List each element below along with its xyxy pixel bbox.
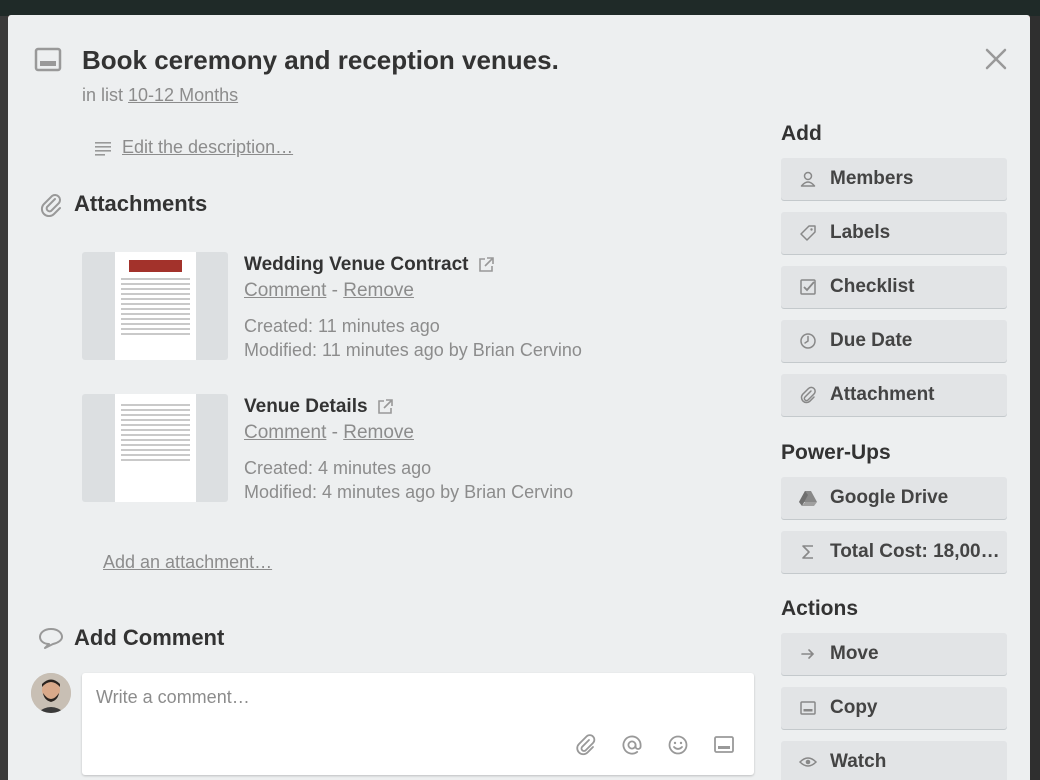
watch-button[interactable]: Watch xyxy=(781,741,1007,780)
attachment-name-row[interactable]: Venue Details xyxy=(244,396,573,418)
person-icon xyxy=(800,171,816,187)
drive-icon xyxy=(799,491,817,506)
description-row: Edit the description… xyxy=(94,137,293,158)
attachment-thumbnail[interactable] xyxy=(82,252,228,360)
labels-label: Labels xyxy=(830,222,891,243)
checkbox-icon xyxy=(800,279,816,295)
card-title[interactable]: Book ceremony and reception venues. xyxy=(82,45,559,76)
move-label: Move xyxy=(830,643,879,664)
comment-attachment-link[interactable]: Comment xyxy=(244,280,326,301)
speech-bubble-icon xyxy=(39,628,63,649)
attachment-thumbnail[interactable] xyxy=(82,394,228,502)
attachment-name[interactable]: Wedding Venue Contract xyxy=(244,254,469,276)
action-separator: - xyxy=(331,422,338,443)
card-icon xyxy=(800,701,816,715)
attachment-item: Wedding Venue Contract Comment - Remove … xyxy=(82,252,582,362)
attachment-name[interactable]: Venue Details xyxy=(244,396,368,418)
paperclip-icon[interactable] xyxy=(574,733,598,757)
in-list-prefix: in list xyxy=(82,85,124,105)
total-cost-button[interactable]: Total Cost: 18,00… xyxy=(781,531,1007,573)
description-lines-icon xyxy=(95,141,111,156)
attachments-heading: Attachments xyxy=(74,191,208,216)
watch-label: Watch xyxy=(830,751,887,772)
list-link[interactable]: 10-12 Months xyxy=(128,85,238,105)
thumbnail-page xyxy=(115,252,196,360)
board-header-strip xyxy=(0,0,1040,16)
attachment-button[interactable]: Attachment xyxy=(781,374,1007,416)
labels-button[interactable]: Labels xyxy=(781,212,1007,254)
copy-label: Copy xyxy=(830,697,878,718)
close-icon[interactable] xyxy=(982,45,1010,73)
paperclip-icon xyxy=(800,386,816,404)
attachment-info: Venue Details Comment - Remove Created: … xyxy=(244,394,573,504)
attachment-actions: Comment - Remove xyxy=(244,280,582,302)
paperclip-icon xyxy=(40,194,61,217)
checklist-label: Checklist xyxy=(830,276,915,297)
attachment-label: Attachment xyxy=(830,384,935,405)
add-comment-heading: Add Comment xyxy=(74,625,225,650)
comment-input[interactable] xyxy=(96,687,736,708)
attachment-actions: Comment - Remove xyxy=(244,422,573,444)
comment-box xyxy=(82,673,754,775)
add-attachment-link[interactable]: Add an attachment… xyxy=(103,552,272,573)
due-date-label: Due Date xyxy=(830,330,913,351)
eye-icon xyxy=(798,757,818,767)
remove-attachment-link[interactable]: Remove xyxy=(343,422,414,443)
attachment-name-row[interactable]: Wedding Venue Contract xyxy=(244,254,582,276)
attachment-created: Created: 4 minutes ago xyxy=(244,458,432,478)
edit-description-link[interactable]: Edit the description… xyxy=(122,137,293,158)
remove-attachment-link[interactable]: Remove xyxy=(343,280,414,301)
members-label: Members xyxy=(830,168,914,189)
attachments-header: Attachments xyxy=(38,191,207,217)
attachment-item: Venue Details Comment - Remove Created: … xyxy=(82,394,573,504)
move-button[interactable]: Move xyxy=(781,633,1007,675)
action-separator: - xyxy=(331,280,338,301)
thumbnail-page xyxy=(115,394,196,502)
clock-icon xyxy=(800,333,816,349)
comment-toolbar xyxy=(574,733,736,757)
at-icon[interactable] xyxy=(620,733,644,757)
arrow-right-icon xyxy=(801,649,815,659)
attachment-meta: Created: 11 minutes ago Modified: 11 min… xyxy=(244,314,582,362)
attachment-info: Wedding Venue Contract Comment - Remove … xyxy=(244,252,582,362)
card-icon xyxy=(34,47,62,72)
add-comment-header: Add Comment xyxy=(38,625,224,651)
attachment-meta: Created: 4 minutes ago Modified: 4 minut… xyxy=(244,456,573,504)
total-cost-label: Total Cost: 18,00… xyxy=(830,541,1000,562)
board-list-edge-right xyxy=(1030,16,1040,780)
sigma-icon xyxy=(802,545,813,559)
due-date-button[interactable]: Due Date xyxy=(781,320,1007,362)
card-detail-modal: Book ceremony and reception venues. in l… xyxy=(8,15,1030,780)
avatar[interactable] xyxy=(31,673,71,713)
comment-attachment-link[interactable]: Comment xyxy=(244,422,326,443)
members-button[interactable]: Members xyxy=(781,158,1007,200)
external-link-icon[interactable] xyxy=(376,398,394,416)
board-list-edge-left xyxy=(0,16,8,780)
add-heading: Add xyxy=(781,122,822,145)
attachment-modified: Modified: 11 minutes ago by Brian Cervin… xyxy=(244,340,582,360)
card-list-info: in list 10-12 Months xyxy=(82,85,238,106)
attachment-created: Created: 11 minutes ago xyxy=(244,316,440,336)
google-drive-button[interactable]: Google Drive xyxy=(781,477,1007,519)
card-icon[interactable] xyxy=(712,733,736,757)
tag-icon xyxy=(800,225,816,241)
checklist-button[interactable]: Checklist xyxy=(781,266,1007,308)
copy-button[interactable]: Copy xyxy=(781,687,1007,729)
actions-heading: Actions xyxy=(781,597,859,620)
emoji-icon[interactable] xyxy=(666,733,690,757)
attachment-modified: Modified: 4 minutes ago by Brian Cervino xyxy=(244,482,574,502)
powerups-heading: Power-Ups xyxy=(781,441,891,464)
thumbnail-logo-banner xyxy=(129,260,182,272)
google-drive-label: Google Drive xyxy=(830,487,949,508)
external-link-icon[interactable] xyxy=(477,256,495,274)
